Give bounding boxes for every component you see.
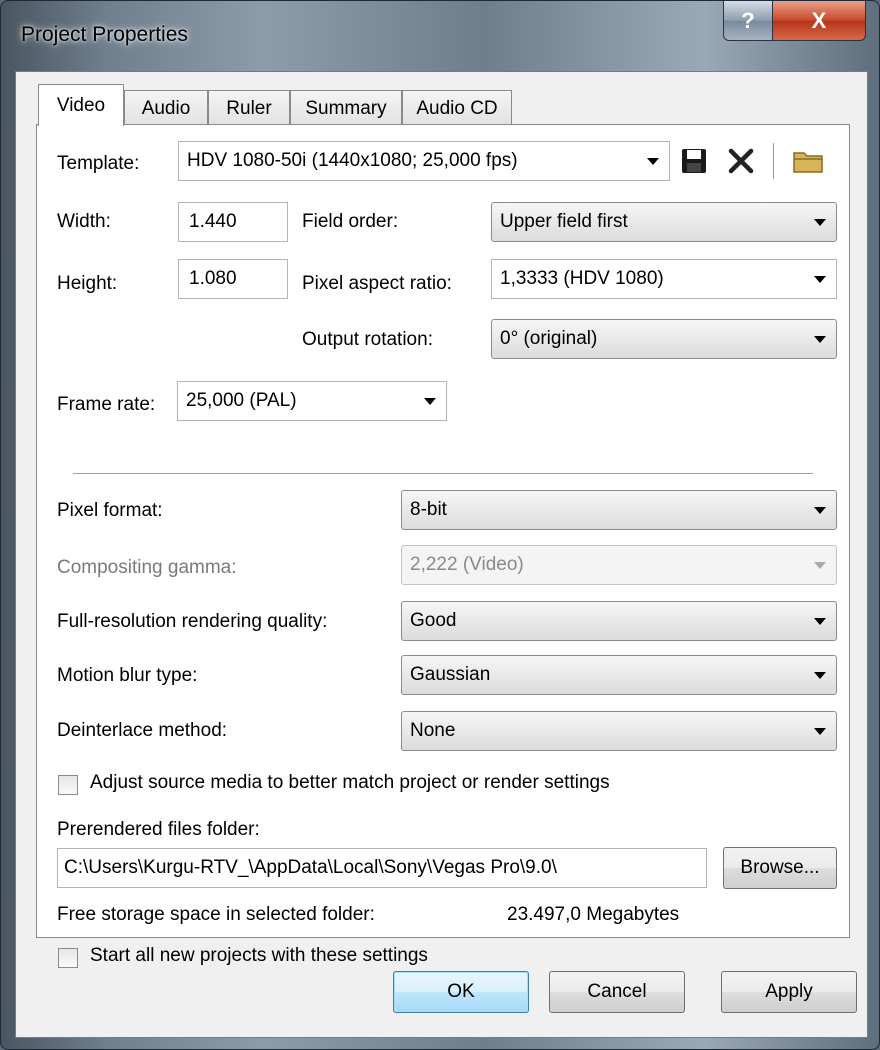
adjust-source-label[interactable]: Adjust source media to better match proj… <box>90 772 610 794</box>
chevron-down-icon <box>814 562 826 569</box>
field-order-value: Upper field first <box>500 211 628 232</box>
prerendered-folder-input[interactable]: C:\Users\Kurgu-RTV_\AppData\Local\Sony\V… <box>57 848 707 888</box>
start-new-checkbox[interactable] <box>58 948 78 968</box>
chevron-down-icon <box>647 158 659 165</box>
deinterlace-combo[interactable]: None <box>401 711 837 751</box>
rendering-quality-combo[interactable]: Good <box>401 601 837 641</box>
motion-blur-combo[interactable]: Gaussian <box>401 655 837 695</box>
rendering-quality-label: Full-resolution rendering quality: <box>57 611 328 632</box>
compositing-gamma-combo: 2,222 (Video) <box>401 545 837 585</box>
motion-blur-value: Gaussian <box>410 664 491 685</box>
help-button[interactable]: ? <box>723 1 773 41</box>
deinterlace-value: None <box>410 720 456 741</box>
chevron-down-icon <box>814 728 826 735</box>
output-rotation-value: 0° (original) <box>500 328 598 349</box>
close-button[interactable]: X <box>772 1 866 41</box>
section-divider <box>73 473 813 474</box>
prerendered-label: Prerendered files folder: <box>57 819 260 840</box>
chevron-down-icon <box>814 336 826 343</box>
template-combo[interactable]: HDV 1080-50i (1440x1080; 25,000 fps) <box>178 141 670 181</box>
field-order-label: Field order: <box>302 211 399 232</box>
template-label: Template: <box>57 153 140 174</box>
tab-audio[interactable]: Audio <box>124 90 208 126</box>
dialog-client: Video Audio Ruler Summary Audio CD Templ… <box>15 71 868 1038</box>
cancel-button[interactable]: Cancel <box>549 971 685 1013</box>
ok-button[interactable]: OK <box>393 971 529 1013</box>
pixel-aspect-value: 1,3333 (HDV 1080) <box>500 268 664 289</box>
rendering-quality-value: Good <box>410 610 457 631</box>
motion-blur-label: Motion blur type: <box>57 665 198 686</box>
width-input[interactable]: 1.440 <box>178 202 288 242</box>
window-title: Project Properties <box>21 23 188 46</box>
tab-summary[interactable]: Summary <box>290 90 402 126</box>
chevron-down-icon <box>424 398 436 405</box>
adjust-source-checkbox[interactable] <box>58 775 78 795</box>
deinterlace-label: Deinterlace method: <box>57 720 228 741</box>
compositing-gamma-label: Compositing gamma: <box>57 557 237 578</box>
chevron-down-icon <box>814 276 826 283</box>
tab-audio-cd[interactable]: Audio CD <box>402 90 512 126</box>
pixel-format-combo[interactable]: 8-bit <box>401 490 837 530</box>
pixel-aspect-combo[interactable]: 1,3333 (HDV 1080) <box>491 259 837 299</box>
frame-rate-value: 25,000 (PAL) <box>186 390 297 411</box>
free-storage-value: 23.497,0 Megabytes <box>507 904 680 925</box>
frame-rate-combo[interactable]: 25,000 (PAL) <box>177 381 447 421</box>
pixel-format-value: 8-bit <box>410 499 447 520</box>
chevron-down-icon <box>814 507 826 514</box>
tab-ruler[interactable]: Ruler <box>208 90 290 126</box>
toolbar-divider <box>773 143 774 179</box>
window-frame: Project Properties ? X Video Audio Ruler… <box>0 0 880 1050</box>
field-order-combo[interactable]: Upper field first <box>491 202 837 242</box>
pixel-format-label: Pixel format: <box>57 500 163 521</box>
delete-icon[interactable] <box>727 147 755 181</box>
tab-video[interactable]: Video <box>38 84 124 126</box>
output-rotation-combo[interactable]: 0° (original) <box>491 319 837 359</box>
browse-button[interactable]: Browse... <box>723 847 837 889</box>
free-storage-label: Free storage space in selected folder: <box>57 904 375 925</box>
video-tab-panel: Template: HDV 1080-50i (1440x1080; 25,00… <box>36 124 850 968</box>
start-new-label[interactable]: Start all new projects with these settin… <box>90 945 428 967</box>
save-icon[interactable] <box>680 147 708 181</box>
height-label: Height: <box>57 273 118 294</box>
chevron-down-icon <box>814 672 826 679</box>
compositing-gamma-value: 2,222 (Video) <box>410 554 524 575</box>
template-value: HDV 1080-50i (1440x1080; 25,000 fps) <box>187 150 518 171</box>
height-input[interactable]: 1.080 <box>178 259 288 299</box>
folder-icon[interactable] <box>792 147 824 181</box>
output-rotation-label: Output rotation: <box>302 329 433 350</box>
pixel-aspect-label: Pixel aspect ratio: <box>302 273 452 294</box>
frame-rate-label: Frame rate: <box>57 394 156 415</box>
width-label: Width: <box>57 211 111 232</box>
apply-button[interactable]: Apply <box>721 971 857 1013</box>
chevron-down-icon <box>814 219 826 226</box>
chevron-down-icon <box>814 618 826 625</box>
